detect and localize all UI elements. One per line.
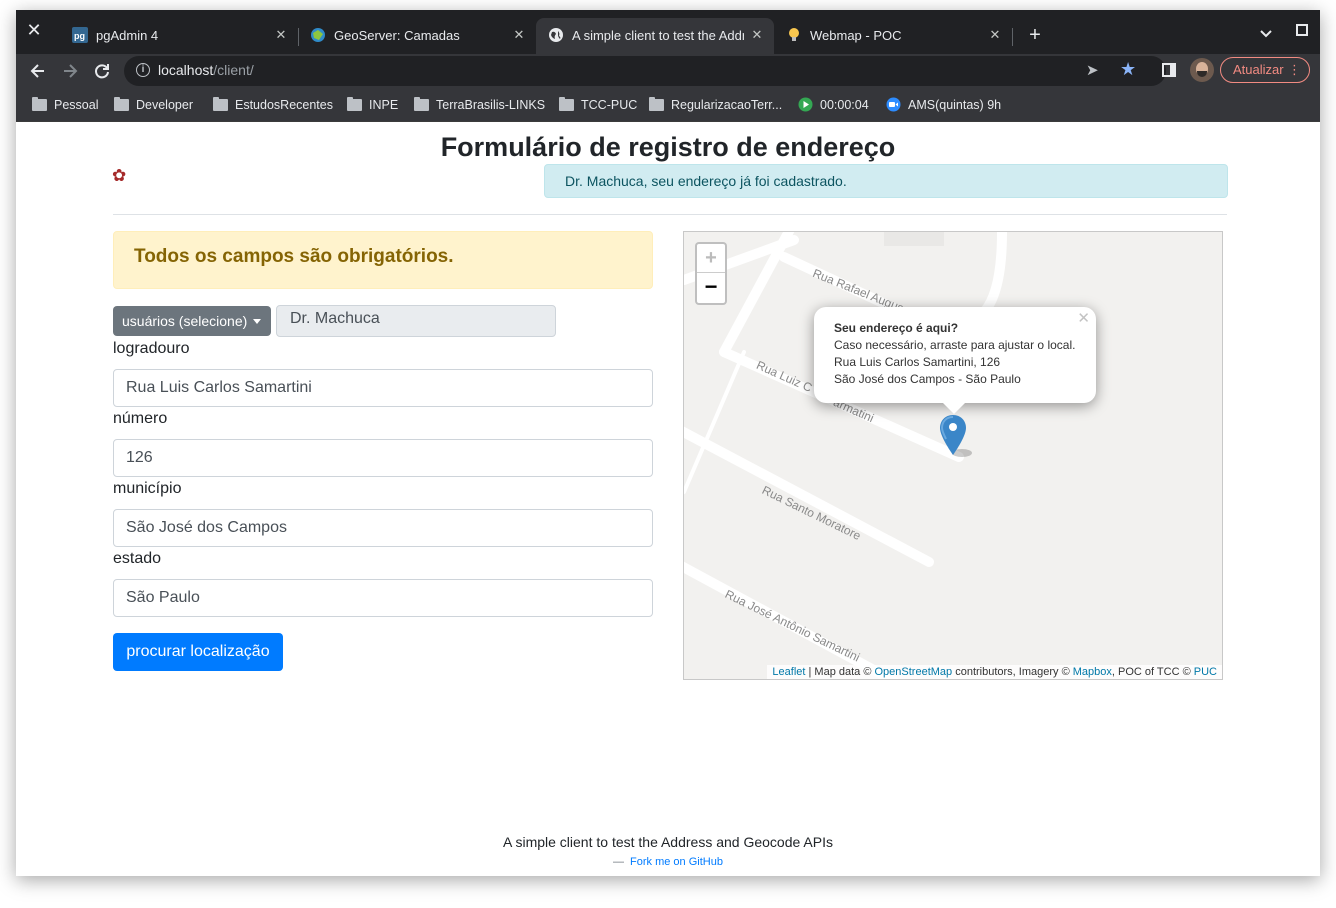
- page-title: Formulário de registro de endereço: [440, 132, 896, 162]
- gear-icon[interactable]: ✿: [112, 166, 126, 186]
- divider: [113, 214, 1227, 215]
- folder-icon: [559, 97, 574, 111]
- back-icon[interactable]: [26, 59, 50, 83]
- zoom-in-button[interactable]: +: [697, 244, 725, 273]
- selected-user-field[interactable]: Dr. Machuca: [276, 305, 556, 337]
- page-content: Formulário de registro de endereço ✿ Dr.…: [16, 122, 1320, 876]
- numero-input[interactable]: 126: [113, 439, 653, 477]
- browser-toolbar: i localhost/client/ ➤ ★ Atualizar ⋮: [16, 54, 1320, 88]
- url-text[interactable]: localhost/client/: [158, 62, 254, 78]
- avatar[interactable]: [1190, 58, 1214, 82]
- estado-label: estado: [113, 550, 162, 567]
- close-icon[interactable]: ✕: [1077, 310, 1090, 327]
- update-button[interactable]: Atualizar ⋮: [1220, 57, 1310, 83]
- info-icon[interactable]: i: [136, 63, 150, 77]
- chevron-down-icon[interactable]: [1256, 26, 1276, 44]
- footer-github-link[interactable]: — Fork me on GitHub: [16, 856, 1320, 868]
- openstreetmap-link[interactable]: OpenStreetMap: [875, 666, 953, 678]
- zoom-control: + −: [695, 242, 727, 305]
- tab-title: GeoServer: Camadas: [334, 28, 460, 43]
- address-bar[interactable]: i localhost/client/ ➤ ★: [124, 56, 1166, 86]
- tab-simple-client[interactable]: A simple client to test the Address and …: [536, 18, 774, 54]
- close-tab-icon[interactable]: ✕: [748, 26, 766, 44]
- info-alert: Dr. Machuca, seu endereço já foi cadastr…: [544, 164, 1228, 198]
- tab-title: pgAdmin 4: [96, 28, 159, 43]
- tab-title: Webmap - POC: [810, 28, 902, 43]
- footer-text: A simple client to test the Address and …: [503, 834, 833, 850]
- popup-line: São José dos Campos - São Paulo: [834, 372, 1021, 386]
- leaflet-link[interactable]: Leaflet: [772, 666, 805, 678]
- user-select-dropdown[interactable]: usuários (selecione): [113, 306, 271, 336]
- municipio-label: município: [113, 480, 182, 497]
- estado-input[interactable]: São Paulo: [113, 579, 653, 617]
- map-attribution: Leaflet | Map data © OpenStreetMap contr…: [767, 665, 1222, 679]
- mapbox-link[interactable]: Mapbox: [1073, 666, 1112, 678]
- side-panel-icon[interactable]: [1162, 63, 1176, 77]
- tab-title: A simple client to test the Address and …: [572, 28, 744, 43]
- bulb-icon: [786, 27, 802, 43]
- popup-line: Rua Luis Carlos Samartini, 126: [834, 355, 1001, 369]
- map-view[interactable]: + − Rua Rafael Augus Rua Luiz C armatini…: [683, 231, 1223, 680]
- warning-alert: Todos os campos são obrigatórios.: [113, 231, 653, 289]
- municipio-input[interactable]: São José dos Campos: [113, 509, 653, 547]
- reload-icon[interactable]: [90, 59, 114, 83]
- folder-icon: [114, 97, 129, 111]
- forward-icon[interactable]: [58, 59, 82, 83]
- new-tab-icon[interactable]: +: [1022, 24, 1048, 46]
- send-tab-icon[interactable]: ➤: [1086, 61, 1099, 79]
- pgadmin-icon: pg: [72, 27, 88, 43]
- search-location-button[interactable]: procurar localização: [113, 633, 283, 671]
- close-tab-icon[interactable]: ✕: [986, 26, 1004, 44]
- logradouro-input[interactable]: Rua Luis Carlos Samartini: [113, 369, 653, 407]
- browser-window: ✕ pg pgAdmin 4 ✕ GeoServer: Camadas ✕ A …: [16, 10, 1320, 876]
- folder-icon: [414, 97, 429, 111]
- popup-tip: [943, 403, 965, 414]
- restore-window-icon[interactable]: [1296, 24, 1308, 36]
- close-tab-icon[interactable]: ✕: [510, 26, 528, 44]
- folder-icon: [213, 97, 228, 111]
- numero-label: número: [113, 410, 168, 427]
- zoom-out-button[interactable]: −: [697, 274, 725, 303]
- logradouro-label: logradouro: [113, 340, 190, 357]
- folder-icon: [649, 97, 664, 111]
- folder-icon: [347, 97, 362, 111]
- map-popup: Seu endereço é aqui? Caso necessário, ar…: [814, 307, 1096, 403]
- popup-title: Seu endereço é aqui?: [834, 321, 959, 335]
- tab-strip: ✕ pg pgAdmin 4 ✕ GeoServer: Camadas ✕ A …: [16, 10, 1320, 54]
- close-window-icon[interactable]: ✕: [24, 20, 44, 40]
- star-icon[interactable]: ★: [1120, 59, 1136, 80]
- caret-down-icon: [253, 319, 261, 324]
- tab-pgadmin[interactable]: pg pgAdmin 4 ✕: [60, 18, 299, 54]
- close-tab-icon[interactable]: ✕: [272, 26, 290, 44]
- popup-line: Caso necessário, arraste para ajustar o …: [834, 338, 1076, 352]
- geoserver-icon: [310, 27, 326, 43]
- tab-geoserver[interactable]: GeoServer: Camadas ✕: [298, 18, 536, 54]
- map-marker-icon[interactable]: [940, 415, 974, 464]
- video-camera-icon: [886, 97, 901, 112]
- tab-webmap[interactable]: Webmap - POC ✕: [774, 18, 1013, 54]
- puc-link[interactable]: PUC: [1194, 666, 1217, 678]
- bookmarks-bar: Pessoal Developer EstudosRecentes INPE T…: [16, 88, 1320, 122]
- more-icon[interactable]: ⋮: [1288, 58, 1301, 82]
- play-icon: [798, 97, 813, 112]
- globe-icon: [548, 27, 564, 43]
- svg-text:pg: pg: [74, 31, 85, 41]
- folder-icon: [32, 97, 47, 111]
